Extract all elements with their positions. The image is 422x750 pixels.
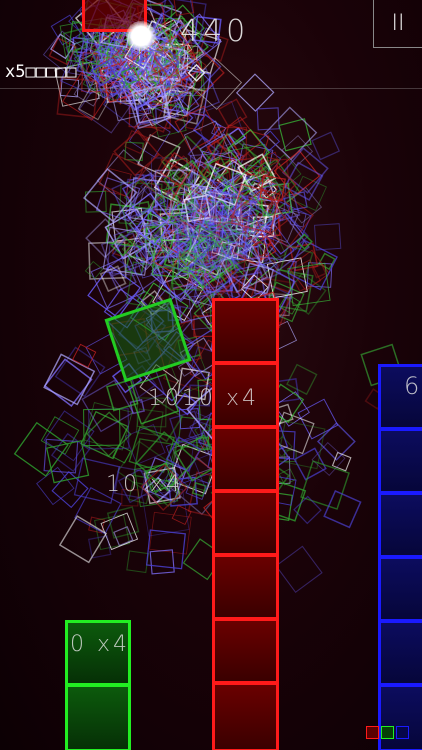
particle-field [13,0,404,594]
particle-square [13,421,69,477]
legend-swatch-red [366,726,379,739]
particle-square [311,131,341,161]
multiplier-indicator: x5□□□□□ [5,62,77,82]
red-column-cell [212,298,279,364]
particle-square [323,490,362,529]
pause-button[interactable]: II [373,0,422,48]
green-column-cell [65,684,131,750]
game-board[interactable]: 440 x5□□□□□ II 6 1010 x4 10 x4 0 x4 [0,0,422,750]
particle-square [282,147,329,194]
blue-column-cell [378,620,422,686]
blue-column-cell [378,684,422,750]
particle-square [126,550,150,574]
legend-swatch-green [381,726,394,739]
particle-square [149,549,175,575]
score-display: 440 [180,14,250,49]
pause-icon: II [391,11,405,36]
particle-square [256,107,280,131]
floating-score: 10 x4 [106,472,184,497]
particle-square [124,423,166,465]
floating-score: 1010 x4 [148,386,259,411]
color-legend [366,726,409,739]
red-column-cell [212,618,279,684]
particle-square [274,391,310,427]
particle-square [235,73,275,112]
hud-divider [0,88,422,89]
white-orb [126,21,156,51]
particle-square [313,223,342,251]
red-column-cell [212,682,279,750]
blue-column-label: 6 [404,372,422,400]
particle-square [274,378,300,403]
floating-score: 0 x4 [70,632,131,657]
red-column-cell [212,426,279,492]
particle-glow [175,190,255,270]
legend-swatch-blue [396,726,409,739]
particle-square [259,130,281,152]
particle-square [58,515,108,564]
blue-column-cell [378,428,422,494]
red-column-cell [212,554,279,620]
particle-square [106,506,140,539]
blue-column-cell [378,492,422,558]
particle-square [51,471,89,509]
red-column-cell [212,490,279,556]
blue-column-cell [378,556,422,622]
particle-square [275,545,323,594]
